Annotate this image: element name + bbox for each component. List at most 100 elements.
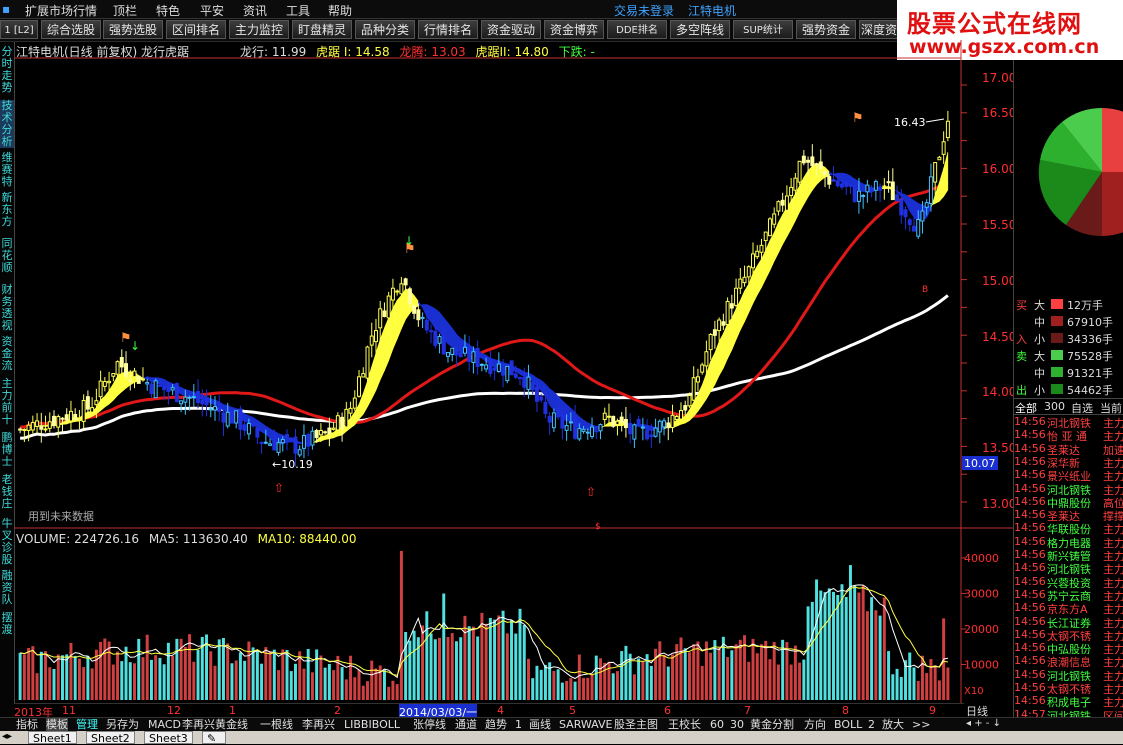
toolbar-button[interactable]: 强势选股 — [103, 20, 163, 39]
toolbar-button[interactable]: DDE排名 — [607, 20, 667, 39]
new-sheet-icon[interactable]: ✎ — [202, 731, 226, 744]
indicator-tab[interactable]: 模板 — [46, 718, 68, 732]
indicator-tab[interactable]: LIBBIBOLL — [344, 718, 400, 732]
tab-technical[interactable]: 技术分析 — [0, 100, 14, 148]
tab-all[interactable]: 全部 — [1015, 400, 1037, 416]
toolbar-button[interactable]: 品种分类 — [355, 20, 415, 39]
tick-row[interactable]: 14:56怡 亚 通主力 — [1014, 428, 1123, 441]
tick-row[interactable]: 14:56新兴铸管主力 — [1014, 548, 1123, 561]
indicator-tab[interactable]: 另存为 — [106, 718, 139, 732]
tab-weisaite[interactable]: 维赛特 — [0, 152, 14, 188]
menu-expand-market[interactable]: 扩展市场行情 — [25, 2, 97, 19]
indicator-tab[interactable]: >> — [912, 718, 930, 732]
tick-row[interactable]: 14:56圣莱达撑撑 — [1014, 508, 1123, 521]
menu-news[interactable]: 资讯 — [243, 2, 267, 19]
zoom-in-icon[interactable]: - — [986, 718, 990, 729]
indicator-tab[interactable]: BOLL — [834, 718, 862, 732]
indicator-tab[interactable]: 股圣主图 — [614, 718, 658, 732]
tab-top-ten[interactable]: 主力前十 — [0, 378, 14, 426]
tick-row[interactable]: 14:56华联股份主力 — [1014, 521, 1123, 534]
tick-row[interactable]: 14:56长江证券主力 — [1014, 615, 1123, 628]
toolbar-button[interactable]: 资金博弈 — [544, 20, 604, 39]
app-menu-icon[interactable]: ▪ — [2, 2, 10, 16]
indicator-tab[interactable]: 2 — [868, 718, 875, 732]
level2-button[interactable]: 1 [L2] — [0, 20, 38, 39]
tick-row[interactable]: 14:56浪潮信息主力 — [1014, 654, 1123, 667]
toolbar-button[interactable]: 行情排名 — [418, 20, 478, 39]
toolbar-button[interactable]: SUP统计 — [733, 20, 793, 39]
tick-row[interactable]: 14:56河北钢铁主力 — [1014, 561, 1123, 574]
toolbar-button[interactable]: 盯盘精灵 — [292, 20, 352, 39]
tab-margin[interactable]: 融资队 — [0, 570, 14, 606]
login-status[interactable]: 交易未登录 — [614, 2, 674, 19]
tab-laoqianzhuang[interactable]: 老钱庄 — [0, 474, 14, 510]
indicator-tab[interactable]: SARWAVE — [559, 718, 612, 732]
tab-intraday[interactable]: 分时走势 — [0, 46, 14, 94]
indicator-tab[interactable]: 指标 — [16, 718, 38, 732]
zoom-out-icon[interactable]: + — [974, 718, 982, 729]
tick-row[interactable]: 14:56太钢不锈主力 — [1014, 628, 1123, 641]
indicator-tab[interactable]: 放大 — [882, 718, 904, 732]
tick-row[interactable]: 14:56河北钢铁主力 — [1014, 482, 1123, 495]
tick-row[interactable]: 14:56太钢不锈主力 — [1014, 681, 1123, 694]
tick-row[interactable]: 14:56京东方A主力 — [1014, 601, 1123, 614]
tab-ferry[interactable]: 摆渡 — [0, 612, 14, 636]
menu-tools[interactable]: 工具 — [286, 2, 310, 19]
indicator-tab[interactable]: 通道 — [455, 718, 477, 732]
tab-new-oriental[interactable]: 新东方 — [0, 192, 14, 228]
indicator-tab[interactable]: 60 — [710, 718, 724, 732]
menu-pingan[interactable]: 平安 — [200, 2, 224, 19]
tab-current[interactable]: 当前 — [1100, 400, 1122, 416]
tick-row[interactable]: 14:56深华新主力 — [1014, 455, 1123, 468]
tab-300[interactable]: 300 — [1044, 400, 1065, 413]
toolbar-button[interactable]: 强势资金 — [796, 20, 856, 39]
menu-feature[interactable]: 特色 — [156, 2, 180, 19]
tick-row[interactable]: 14:56河北钢铁主力 — [1014, 415, 1123, 428]
tab-tonghuashun[interactable]: 同花顺 — [0, 238, 14, 274]
indicator-tab[interactable]: 王校长 — [668, 718, 701, 732]
tick-row[interactable]: 14:56中弘股份主力 — [1014, 641, 1123, 654]
tick-row[interactable]: 14:56兴蓉投资主力 — [1014, 575, 1123, 588]
sheet-nav-icon[interactable]: ◂▸ — [2, 731, 12, 742]
menu-topbar[interactable]: 顶栏 — [113, 2, 137, 19]
tick-row[interactable]: 14:56积成电子主力 — [1014, 694, 1123, 707]
toolbar-button[interactable]: 综合选股 — [41, 20, 101, 39]
period-label[interactable]: 日线 — [966, 703, 1012, 717]
indicator-tab[interactable]: 方向 — [804, 718, 826, 732]
menu-help[interactable]: 帮助 — [328, 2, 352, 19]
tick-row[interactable]: 14:56河北钢铁主力 — [1014, 668, 1123, 681]
tick-row[interactable]: 14:56格力电器主力 — [1014, 535, 1123, 548]
indicator-tab[interactable]: 一根线 — [260, 718, 293, 732]
tick-row[interactable]: 14:56圣莱达加速 — [1014, 442, 1123, 455]
sheet-tab-3[interactable]: Sheet3 — [144, 731, 193, 744]
indicator-tab[interactable]: 1 — [515, 718, 522, 732]
tab-pengboshi[interactable]: 鹏博士 — [0, 432, 14, 468]
tab-capital-flow[interactable]: 资金流 — [0, 336, 14, 372]
sheet-tab-1[interactable]: Sheet1 — [28, 731, 77, 744]
scroll-left-icon[interactable]: ◂ — [966, 718, 971, 729]
indicator-tab[interactable]: 李再兴黄金线 — [182, 718, 248, 732]
indicator-tab[interactable]: 黄金分割 — [750, 718, 794, 732]
tab-finance[interactable]: 财务透视 — [0, 284, 14, 332]
tick-row[interactable]: 14:56苏宁云商主力 — [1014, 588, 1123, 601]
tab-watchlist[interactable]: 自选 — [1071, 400, 1093, 416]
toolbar-button[interactable]: 主力监控 — [229, 20, 289, 39]
indicator-tab[interactable]: 管理 — [76, 718, 98, 732]
tick-row[interactable]: 14:56中鼎股份高位 — [1014, 495, 1123, 508]
indicator-tab[interactable]: 李再兴 — [302, 718, 335, 732]
candle-body — [913, 226, 916, 231]
toolbar-button[interactable]: 多空阵线 — [670, 20, 730, 39]
tick-row[interactable]: 14:56景兴纸业主力 — [1014, 468, 1123, 481]
toolbar-button[interactable]: 区间排名 — [166, 20, 226, 39]
indicator-tab[interactable]: 画线 — [529, 718, 551, 732]
kline-chart[interactable]: 16.43←10.19用到未来数据⚑↓↓⚑⚑B⇧⇧$10.07 40000300… — [14, 40, 1013, 704]
toolbar-button[interactable]: 资金驱动 — [481, 20, 541, 39]
indicator-tab[interactable]: 张停线 — [413, 718, 446, 732]
sheet-tab-2[interactable]: Sheet2 — [86, 731, 135, 744]
indicator-tab[interactable]: MACD — [148, 718, 181, 732]
indicator-tab[interactable]: 30 — [730, 718, 744, 732]
scroll-down-icon[interactable]: ↓ — [993, 718, 1001, 729]
indicator-tab[interactable]: 趋势 — [485, 718, 507, 732]
toolbar-button[interactable]: 深度资 — [859, 20, 899, 39]
tab-diagnosis[interactable]: 牛叉诊股 — [0, 518, 14, 566]
